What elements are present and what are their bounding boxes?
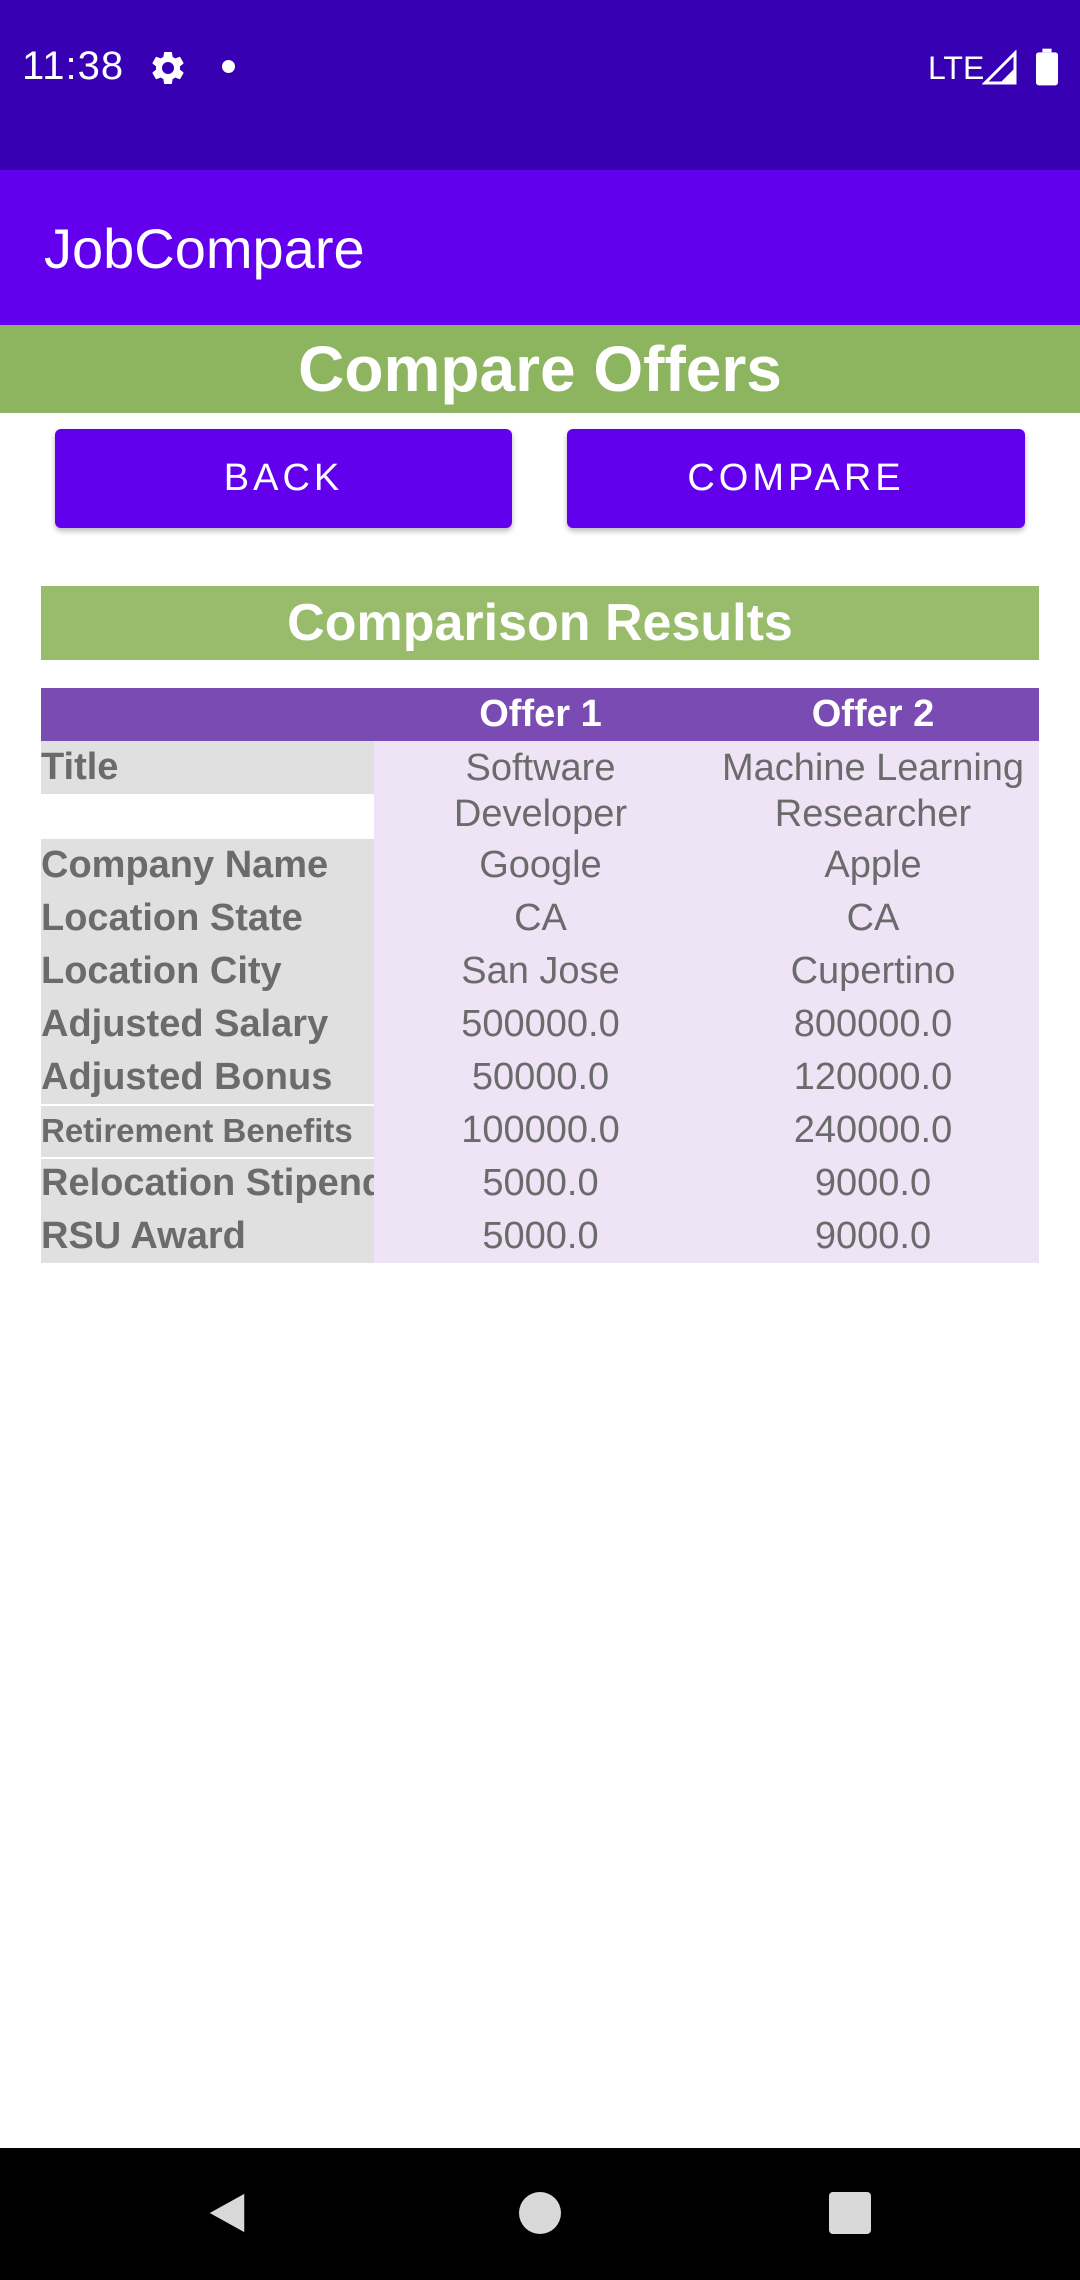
navigation-bar: [0, 2148, 1080, 2280]
offer-1-value: 100000.0: [461, 1109, 620, 1151]
offer-2-value: 9000.0: [814, 1162, 932, 1204]
signal-icon: [982, 50, 1017, 85]
row-label: Adjusted Salary: [41, 998, 374, 1051]
table-row: Retirement Benefits 100000.0 240000.0: [41, 1104, 1039, 1157]
recents-square-icon[interactable]: [829, 2192, 871, 2234]
offer-2-value: 9000.0: [814, 1215, 932, 1257]
offer-1-value: San Jose: [461, 950, 620, 992]
table-row: Adjusted Salary 500000.0 800000.0: [41, 998, 1039, 1051]
table-row: Location State CA CA: [41, 892, 1039, 945]
offer-1-value: Software Developer: [453, 747, 628, 835]
table-row: Title Software Developer Machine Learning…: [41, 741, 1039, 839]
offer-1-value: Google: [479, 844, 602, 886]
offer-1-value: 5000.0: [482, 1162, 599, 1204]
table-header: Offer 1 Offer 2: [41, 688, 1039, 741]
offer-1-value: 500000.0: [461, 1003, 620, 1045]
battery-icon: [1036, 48, 1058, 86]
offer-2-value: 240000.0: [793, 1109, 953, 1151]
offer-1-value: CA: [514, 897, 567, 939]
back-button[interactable]: BACK: [55, 429, 512, 528]
offer-2-value: 120000.0: [793, 1056, 953, 1098]
app-bar: JobCompare: [0, 170, 1080, 325]
row-label: Adjusted Bonus: [41, 1051, 374, 1104]
row-label: Relocation Stipend: [41, 1157, 374, 1210]
column-header-offer-1: Offer 1: [479, 693, 602, 735]
status-bar: 11:38 LTE: [0, 0, 1080, 170]
table-row: RSU Award 5000.0 9000.0: [41, 1210, 1039, 1263]
offer-1-value: 50000.0: [471, 1056, 610, 1098]
row-label: Title: [41, 741, 374, 794]
network-type: LTE: [928, 50, 985, 86]
page-heading: Compare Offers: [0, 325, 1080, 413]
offer-2-value: 800000.0: [793, 1003, 953, 1045]
table-row: Relocation Stipend 5000.0 9000.0: [41, 1157, 1039, 1210]
row-label: Location City: [41, 945, 374, 998]
comparison-table: Offer 1 Offer 2 Title Software Developer …: [41, 688, 1039, 1263]
offer-2-value: Apple: [824, 844, 922, 886]
column-header-offer-2: Offer 2: [811, 693, 935, 735]
home-circle-icon[interactable]: [519, 2192, 561, 2234]
app-title: JobCompare: [44, 217, 365, 280]
status-time: 11:38: [22, 44, 125, 88]
table-row: Company Name Google Apple: [41, 839, 1039, 892]
row-divider: [41, 1104, 374, 1106]
row-divider: [41, 1157, 374, 1159]
table-row: Adjusted Bonus 50000.0 120000.0: [41, 1051, 1039, 1104]
gear-icon: [152, 51, 184, 84]
table-row: Location City San Jose Cupertino: [41, 945, 1039, 998]
row-label: Location State: [41, 892, 374, 945]
compare-button[interactable]: COMPARE: [567, 429, 1025, 528]
notification-dot-icon: [222, 60, 235, 73]
results-heading: Comparison Results: [41, 586, 1039, 660]
back-triangle-icon[interactable]: [205, 2190, 249, 2236]
row-label: RSU Award: [41, 1210, 374, 1263]
offer-2-value: Machine Learning Researcher: [721, 747, 1025, 835]
row-label: Company Name: [41, 839, 374, 892]
offer-2-value: CA: [846, 897, 900, 939]
row-label: Retirement Benefits: [41, 1104, 374, 1157]
offer-1-value: 5000.0: [482, 1215, 599, 1257]
offer-2-value: Cupertino: [790, 950, 956, 992]
